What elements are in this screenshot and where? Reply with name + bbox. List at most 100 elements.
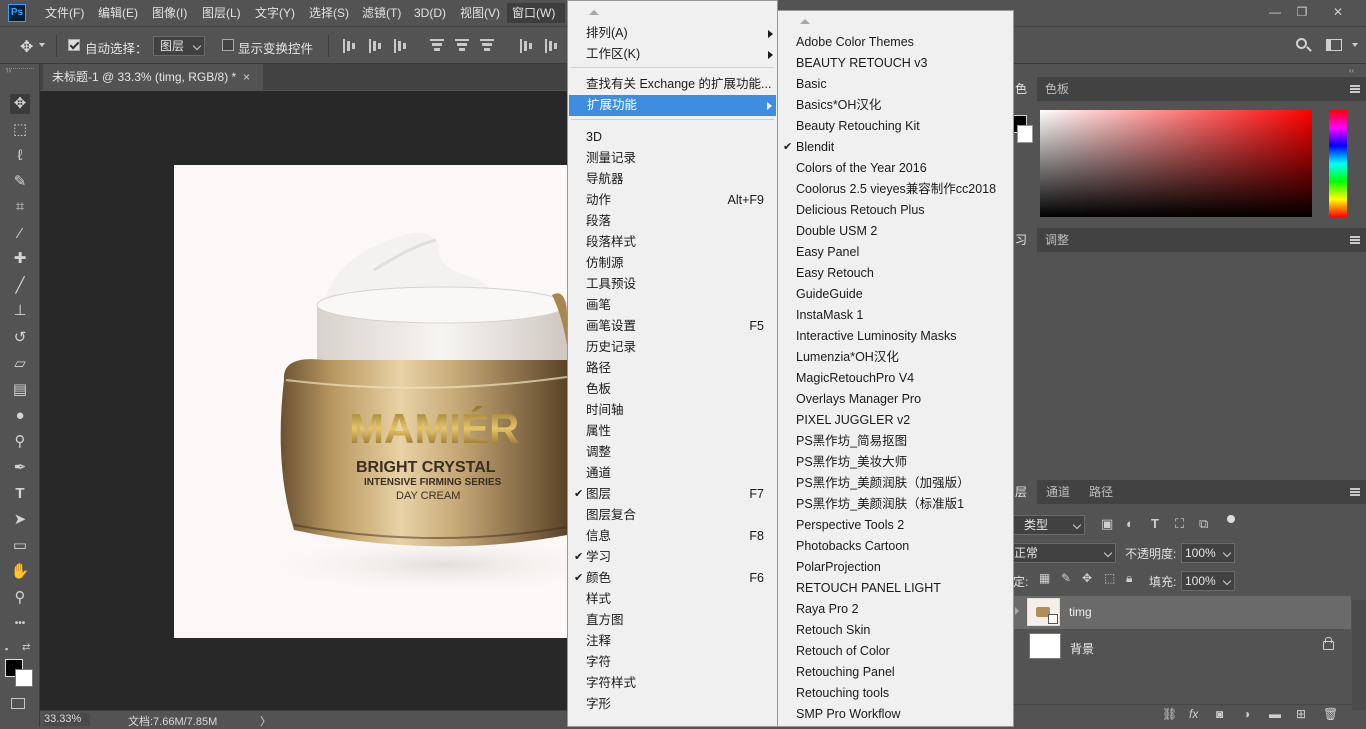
- layer-name[interactable]: 背景: [1070, 640, 1094, 657]
- gradient-tool-icon[interactable]: ▤: [10, 380, 30, 400]
- window-menu-item[interactable]: 段落样式: [568, 232, 777, 253]
- tab-layers[interactable]: 层: [1013, 480, 1037, 504]
- hand-tool-icon[interactable]: ✋: [10, 562, 30, 582]
- extension-menu-item[interactable]: Perspective Tools 2: [778, 515, 1013, 536]
- window-menu-item[interactable]: ✔ 图层 F7: [568, 484, 777, 505]
- lock-all-icon[interactable]: 🔒︎: [1126, 571, 1132, 586]
- default-colors-icon[interactable]: ▪: [5, 644, 8, 654]
- window-menu-item[interactable]: 字符样式: [568, 673, 777, 694]
- menubar-item[interactable]: 文件(F): [45, 5, 84, 21]
- scroll-up-arrow-icon[interactable]: [800, 19, 810, 24]
- quick-mask-icon[interactable]: [11, 698, 25, 709]
- window-menu-item[interactable]: 调整: [568, 442, 777, 463]
- window-menu-item[interactable]: 时间轴: [568, 400, 777, 421]
- extension-menu-item[interactable]: Beauty Retouching Kit: [778, 116, 1013, 137]
- eyedropper-tool-icon[interactable]: ⁄: [10, 224, 30, 244]
- window-menu-item[interactable]: 查找有关 Exchange 的扩展功能...: [568, 74, 777, 95]
- move-tool-icon[interactable]: ✥: [10, 94, 30, 114]
- extension-menu-item[interactable]: Basics*OH汉化: [778, 95, 1013, 116]
- menubar-item[interactable]: 图像(I): [152, 5, 187, 21]
- blur-tool-icon[interactable]: ●: [10, 406, 30, 426]
- minimize-button[interactable]: —: [1265, 3, 1285, 21]
- window-menu-item[interactable]: 段落: [568, 211, 777, 232]
- extension-menu-item[interactable]: Coolorus 2.5 vieyes兼容制作cc2018: [778, 179, 1013, 200]
- window-menu-item[interactable]: 仿制源: [568, 253, 777, 274]
- window-menu-item[interactable]: 属性: [568, 421, 777, 442]
- menubar-item[interactable]: 选择(S): [309, 5, 349, 21]
- crop-tool-icon[interactable]: ⌗: [10, 197, 30, 217]
- pen-tool-icon[interactable]: ✒: [10, 458, 30, 478]
- extension-menu-item[interactable]: Easy Panel: [778, 242, 1013, 263]
- lock-position-icon[interactable]: ✥: [1082, 571, 1092, 585]
- filter-shape-icon[interactable]: ⛶: [1175, 516, 1184, 532]
- document-canvas[interactable]: MAMIÉR BRIGHT CRYSTAL INTENSIVE FIRMING …: [174, 165, 567, 638]
- group-icon[interactable]: ▬: [1269, 707, 1281, 721]
- zoom-tool-icon[interactable]: ⚲: [10, 588, 30, 608]
- healing-brush-tool-icon[interactable]: ✚: [10, 249, 30, 269]
- link-icon[interactable]: ⛓: [1162, 707, 1177, 721]
- filter-toggle-icon[interactable]: [1227, 515, 1235, 523]
- auto-select-checkbox[interactable]: [68, 39, 80, 51]
- tab-paths[interactable]: 路径: [1089, 480, 1113, 504]
- window-menu-item[interactable]: 图层复合: [568, 505, 777, 526]
- extension-menu-item[interactable]: Adobe Color Themes: [778, 32, 1013, 53]
- extension-menu-item[interactable]: Retouching Panel: [778, 662, 1013, 683]
- extension-menu-item[interactable]: RETOUCH PANEL LIGHT: [778, 578, 1013, 599]
- marquee-tool-icon[interactable]: ⬚: [10, 120, 30, 140]
- delete-icon[interactable]: 🗑︎: [1323, 707, 1338, 721]
- close-tab-icon[interactable]: ×: [243, 64, 250, 90]
- tab-swatches[interactable]: 色板: [1045, 77, 1069, 101]
- window-menu-item[interactable]: 画笔: [568, 295, 777, 316]
- extension-menu-item[interactable]: Retouch of Color: [778, 641, 1013, 662]
- blend-mode-dropdown[interactable]: 正常: [1013, 543, 1116, 563]
- window-menu-item[interactable]: 字形: [568, 694, 777, 715]
- fill-field[interactable]: 100%: [1181, 571, 1235, 591]
- extension-menu-item[interactable]: Basic: [778, 74, 1013, 95]
- extension-menu-item[interactable]: Colors of the Year 2016: [778, 158, 1013, 179]
- auto-select-dropdown[interactable]: 图层: [153, 36, 205, 56]
- hue-slider[interactable]: [1329, 110, 1347, 217]
- extension-menu-item[interactable]: Interactive Luminosity Masks: [778, 326, 1013, 347]
- window-menu-item[interactable]: 测量记录: [568, 148, 777, 169]
- filter-type-icon[interactable]: T: [1151, 516, 1159, 531]
- lock-image-icon[interactable]: ✎: [1061, 571, 1071, 585]
- align-right-icon[interactable]: [480, 39, 494, 53]
- extension-menu-item[interactable]: Delicious Retouch Plus: [778, 200, 1013, 221]
- panel-menu-icon[interactable]: [1350, 85, 1360, 93]
- tab-channels[interactable]: 通道: [1046, 480, 1070, 504]
- lock-transparent-icon[interactable]: ▦: [1039, 571, 1050, 585]
- window-menu-item[interactable]: 工具预设: [568, 274, 777, 295]
- type-tool-icon[interactable]: T: [10, 484, 30, 504]
- extension-menu-item[interactable]: InstaMask 1: [778, 305, 1013, 326]
- window-menu-item[interactable]: 注释: [568, 631, 777, 652]
- show-transform-checkbox[interactable]: [222, 39, 234, 51]
- extension-menu-item[interactable]: PS黑作坊_美颜润肤（标准版1: [778, 494, 1013, 515]
- extension-menu-item[interactable]: PS黑作坊_简易抠图: [778, 431, 1013, 452]
- extension-menu-item[interactable]: PIXEL JUGGLER v2: [778, 410, 1013, 431]
- window-menu-item[interactable]: 导航器: [568, 169, 777, 190]
- extension-menu-item[interactable]: Double USM 2: [778, 221, 1013, 242]
- align-top-icon[interactable]: [343, 39, 357, 53]
- window-menu-item[interactable]: 动作 Alt+F9: [568, 190, 777, 211]
- window-menu-item[interactable]: 3D: [568, 127, 777, 148]
- panel-scrollbar[interactable]: [1352, 600, 1366, 710]
- extension-menu-item[interactable]: Overlays Manager Pro: [778, 389, 1013, 410]
- menubar-item[interactable]: 图层(L): [202, 5, 241, 21]
- window-menu-item[interactable]: 色板: [568, 379, 777, 400]
- window-menu-item[interactable]: 路径: [568, 358, 777, 379]
- window-menu-item[interactable]: 字符: [568, 652, 777, 673]
- panel-menu-icon[interactable]: [1350, 236, 1360, 244]
- background-color-swatch[interactable]: [15, 669, 33, 687]
- opacity-field[interactable]: 100%: [1181, 543, 1235, 563]
- rectangle-tool-icon[interactable]: ▭: [10, 536, 30, 556]
- zoom-level[interactable]: 33.33%: [44, 713, 90, 726]
- adjustment-icon[interactable]: ◑: [1243, 707, 1250, 721]
- menubar-item[interactable]: 3D(D): [414, 5, 446, 21]
- window-menu-item[interactable]: 直方图: [568, 610, 777, 631]
- background-color-chip[interactable]: [1017, 125, 1033, 143]
- panel-menu-icon[interactable]: [1350, 488, 1360, 496]
- distribute-top-icon[interactable]: [520, 39, 534, 53]
- window-menu-item[interactable]: ✔ 颜色 F6: [568, 568, 777, 589]
- quick-selection-tool-icon[interactable]: ✎: [10, 172, 30, 192]
- window-menu-item[interactable]: ✔ 学习: [568, 547, 777, 568]
